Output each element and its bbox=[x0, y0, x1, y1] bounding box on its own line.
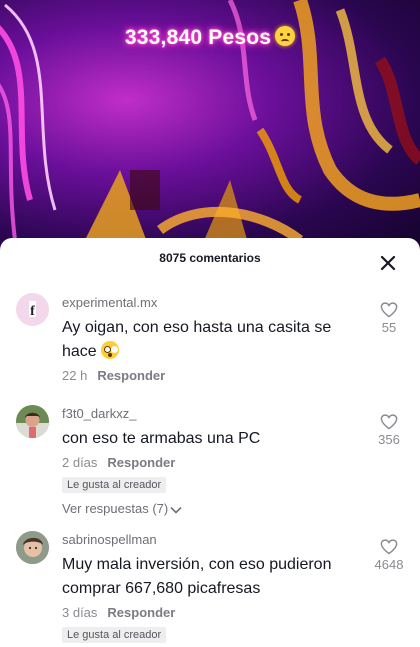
video-overlay-caption: 333,840 Pesos bbox=[0, 26, 420, 50]
comment-text: Muy mala inversión, con eso pudieron com… bbox=[62, 556, 332, 597]
like-control: 55 bbox=[372, 302, 406, 335]
comment-username[interactable]: f3t0_darkxz_ bbox=[62, 406, 136, 421]
chevron-down-icon bbox=[170, 506, 182, 514]
comment-meta: 2 días Responder bbox=[62, 455, 175, 470]
comment-time: 2 días bbox=[62, 455, 98, 470]
comment-username[interactable]: sabrinospellman bbox=[62, 532, 157, 547]
creator-liked-badge: Le gusta al creador bbox=[62, 477, 167, 493]
comments-sheet: 8075 comentarios f experimental.mx Ay oi… bbox=[0, 238, 420, 647]
like-control: 356 bbox=[372, 414, 406, 447]
overlay-caption-text: 333,840 Pesos bbox=[124, 26, 272, 49]
like-control: 4648 bbox=[372, 539, 406, 572]
like-count: 4648 bbox=[374, 557, 404, 572]
avatar[interactable] bbox=[16, 531, 49, 564]
flushed-face-emoji-icon bbox=[101, 341, 120, 359]
comment-count: 8075 comentarios bbox=[159, 251, 261, 265]
reply-button[interactable]: Responder bbox=[97, 368, 165, 383]
comment-text: con eso te armabas una PC bbox=[62, 430, 261, 447]
comment-meta: 22 h Responder bbox=[62, 368, 165, 383]
view-replies-label: Ver respuestas (7) bbox=[62, 501, 169, 516]
avatar[interactable]: f bbox=[16, 293, 49, 326]
comment-item: sabrinospellman Muy mala inversión, con … bbox=[0, 528, 420, 643]
comment-username[interactable]: experimental.mx bbox=[62, 295, 157, 310]
video-player[interactable]: 333,840 Pesos bbox=[0, 0, 420, 250]
reply-button[interactable]: Responder bbox=[107, 605, 175, 620]
tiktok-screen: 333,840 Pesos 8075 comentarios f experim… bbox=[0, 0, 420, 647]
comment-meta: 3 días Responder bbox=[62, 605, 175, 620]
close-icon[interactable] bbox=[378, 253, 398, 273]
like-count: 55 bbox=[381, 320, 397, 335]
crying-face-emoji-icon bbox=[275, 26, 296, 46]
comment-item: f experimental.mx Ay oigan, con eso hast… bbox=[0, 290, 420, 390]
svg-text:f: f bbox=[30, 304, 35, 319]
creator-liked-badge: Le gusta al creador bbox=[62, 627, 167, 643]
comment-time: 3 días bbox=[62, 605, 98, 620]
view-replies-button[interactable]: Ver respuestas (7) bbox=[62, 501, 182, 516]
person-avatar-icon bbox=[16, 405, 49, 438]
like-count: 356 bbox=[378, 432, 400, 447]
comments-header: 8075 comentarios bbox=[0, 238, 420, 278]
heart-icon[interactable] bbox=[380, 414, 398, 430]
comment-text: Ay oigan, con eso hasta una casita se ha… bbox=[62, 316, 362, 364]
heart-icon[interactable] bbox=[380, 302, 398, 318]
comment-time: 22 h bbox=[62, 368, 88, 383]
comment-item: f3t0_darkxz_ con eso te armabas una PC 2… bbox=[0, 403, 420, 523]
avatar[interactable] bbox=[16, 405, 49, 438]
person-avatar-icon bbox=[16, 531, 49, 564]
letter-f-avatar-icon: f bbox=[29, 301, 36, 319]
heart-icon[interactable] bbox=[380, 539, 398, 555]
reply-button[interactable]: Responder bbox=[107, 455, 175, 470]
